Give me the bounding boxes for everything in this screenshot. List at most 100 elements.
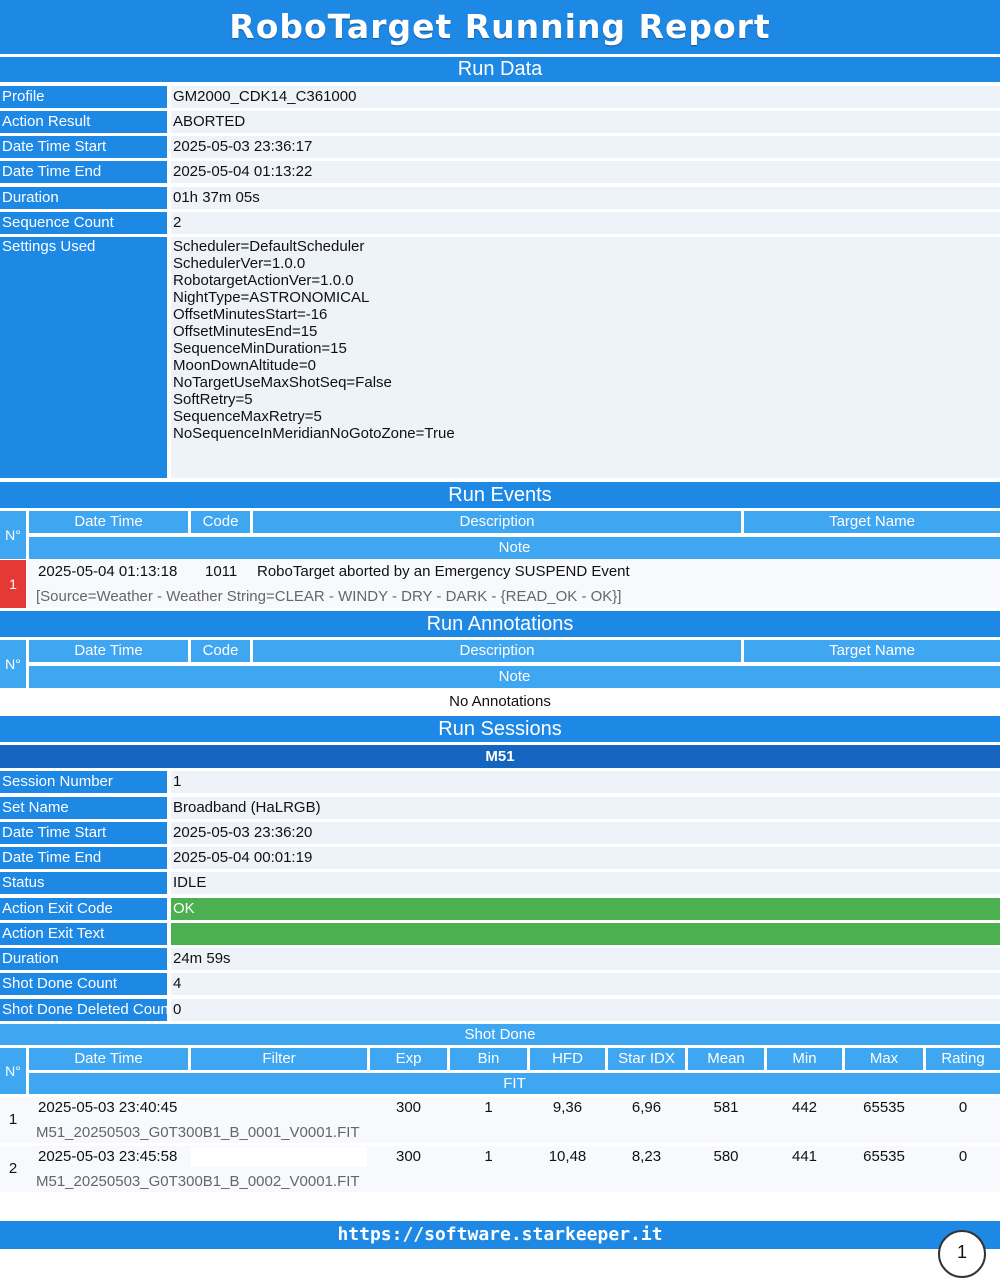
shot-max: 65535 bbox=[863, 1099, 905, 1116]
settings-used-value: Scheduler=DefaultScheduler SchedulerVer=… bbox=[171, 237, 1000, 478]
shot-exp-header: Exp bbox=[370, 1048, 447, 1070]
shot-done-heading: Shot Done bbox=[0, 1024, 1000, 1045]
footer-url[interactable]: https://software.starkeeper.it bbox=[0, 1221, 1000, 1249]
shot-filter bbox=[191, 1098, 367, 1118]
run-events-heading: Run Events bbox=[0, 482, 1000, 508]
shot-exp: 300 bbox=[395, 1148, 422, 1165]
run-sessions-heading: Run Sessions bbox=[0, 716, 1000, 742]
shot-n-header: N° bbox=[0, 1048, 26, 1094]
profile-value: GM2000_CDK14_C361000 bbox=[171, 86, 1000, 108]
shot-date-time-header: Date Time bbox=[29, 1048, 188, 1070]
events-date-time-header: Date Time bbox=[29, 511, 188, 533]
shot-filter-header: Filter bbox=[191, 1048, 367, 1070]
profile-label: Profile bbox=[0, 86, 167, 108]
shot-rating-header: Rating bbox=[926, 1048, 1000, 1070]
shot-done-count-value: 4 bbox=[171, 973, 1000, 995]
action-result-value: ABORTED bbox=[171, 111, 1000, 133]
event-number-badge: 1 bbox=[0, 560, 26, 608]
shot-mean: 580 bbox=[713, 1148, 739, 1165]
setting-line: SoftRetry=5 bbox=[173, 391, 253, 408]
shot-max: 65535 bbox=[863, 1148, 905, 1165]
session-start-label: Date Time Start bbox=[0, 822, 167, 844]
session-number-label: Session Number bbox=[0, 771, 167, 793]
shot-rating: 0 bbox=[958, 1148, 968, 1165]
shot-exp: 300 bbox=[395, 1099, 422, 1116]
run-data-heading: Run Data bbox=[0, 57, 1000, 82]
shot-number: 1 bbox=[8, 1111, 18, 1128]
session-duration-value: 24m 59s bbox=[171, 948, 1000, 970]
annotations-n-header: N° bbox=[0, 640, 26, 688]
events-n-header: N° bbox=[0, 511, 26, 559]
duration-value: 01h 37m 05s bbox=[171, 187, 1000, 209]
shot-star-idx: 6,96 bbox=[631, 1099, 662, 1116]
run-annotations-heading: Run Annotations bbox=[0, 611, 1000, 637]
date-time-end-label: Date Time End bbox=[0, 161, 167, 183]
event-date-time: 2025-05-04 01:13:18 bbox=[38, 563, 178, 580]
session-end-value: 2025-05-04 00:01:19 bbox=[171, 847, 1000, 869]
shot-rating: 0 bbox=[958, 1099, 968, 1116]
report-title: RoboTarget Running Report bbox=[0, 0, 1000, 54]
session-end-label: Date Time End bbox=[0, 847, 167, 869]
setting-line: RobotargetActionVer=1.0.0 bbox=[173, 272, 354, 289]
events-code-header: Code bbox=[191, 511, 250, 533]
action-exit-text-value bbox=[171, 923, 1000, 945]
events-description-header: Description bbox=[253, 511, 741, 533]
date-time-end-value: 2025-05-04 01:13:22 bbox=[171, 161, 1000, 183]
event-note: [Source=Weather - Weather String=CLEAR -… bbox=[36, 588, 622, 605]
session-start-value: 2025-05-03 23:36:20 bbox=[171, 822, 1000, 844]
annotations-note-header: Note bbox=[29, 666, 1000, 688]
status-label: Status bbox=[0, 872, 167, 894]
shot-hfd: 9,36 bbox=[552, 1099, 583, 1116]
sequence-count-label: Sequence Count bbox=[0, 212, 167, 234]
shot-bin: 1 bbox=[484, 1148, 493, 1165]
events-target-name-header: Target Name bbox=[744, 511, 1000, 533]
annotations-date-time-header: Date Time bbox=[29, 640, 188, 662]
shot-star-idx-header: Star IDX bbox=[608, 1048, 685, 1070]
action-exit-text-label: Action Exit Text bbox=[0, 923, 167, 945]
sequence-count-value: 2 bbox=[171, 212, 1000, 234]
setting-line: MoonDownAltitude=0 bbox=[173, 357, 317, 374]
shot-min: 442 bbox=[791, 1099, 818, 1116]
shot-min-header: Min bbox=[767, 1048, 842, 1070]
shot-min: 441 bbox=[791, 1148, 818, 1165]
page-number: 1 bbox=[938, 1230, 986, 1278]
duration-label: Duration bbox=[0, 187, 167, 209]
action-result-label: Action Result bbox=[0, 111, 167, 133]
shot-max-header: Max bbox=[845, 1048, 923, 1070]
setting-line: OffsetMinutesEnd=15 bbox=[173, 323, 318, 340]
shot-fit-file: M51_20250503_G0T300B1_B_0002_V0001.FIT bbox=[36, 1173, 360, 1190]
shot-bin-header: Bin bbox=[450, 1048, 527, 1070]
session-number-value: 1 bbox=[171, 771, 1000, 793]
shot-date-time: 2025-05-03 23:45:58 bbox=[38, 1148, 178, 1165]
annotations-description-header: Description bbox=[253, 640, 741, 662]
shot-hfd-header: HFD bbox=[530, 1048, 605, 1070]
action-exit-code-label: Action Exit Code bbox=[0, 898, 167, 920]
shot-done-count-label: Shot Done Count bbox=[0, 973, 167, 995]
event-description: RoboTarget aborted by an Emergency SUSPE… bbox=[257, 563, 630, 580]
setting-line: NoTargetUseMaxShotSeq=False bbox=[173, 374, 392, 391]
shot-date-time: 2025-05-03 23:40:45 bbox=[38, 1099, 178, 1116]
shot-done-deleted-count-label: Shot Done Deleted Count bbox=[0, 999, 167, 1021]
setting-line: OffsetMinutesStart=-16 bbox=[173, 306, 328, 323]
session-target-heading: M51 bbox=[0, 745, 1000, 768]
events-note-header: Note bbox=[29, 537, 1000, 559]
shot-mean: 581 bbox=[713, 1099, 739, 1116]
setting-line: SequenceMaxRetry=5 bbox=[173, 408, 322, 425]
shot-hfd: 10,48 bbox=[548, 1148, 587, 1165]
shot-bin: 1 bbox=[484, 1099, 493, 1116]
date-time-start-label: Date Time Start bbox=[0, 136, 167, 158]
setting-line: NightType=ASTRONOMICAL bbox=[173, 289, 370, 306]
annotations-target-name-header: Target Name bbox=[744, 640, 1000, 662]
action-exit-code-value: OK bbox=[171, 898, 1000, 920]
shot-filter bbox=[191, 1147, 367, 1167]
set-name-value: Broadband (HaLRGB) bbox=[171, 797, 1000, 819]
setting-line: SchedulerVer=1.0.0 bbox=[173, 255, 306, 272]
event-code: 1011 bbox=[205, 563, 238, 580]
setting-line: NoSequenceInMeridianNoGotoZone=True bbox=[173, 425, 455, 442]
setting-line: SequenceMinDuration=15 bbox=[173, 340, 347, 357]
setting-line: Scheduler=DefaultScheduler bbox=[173, 238, 365, 255]
status-value: IDLE bbox=[171, 872, 1000, 894]
shot-number: 2 bbox=[8, 1160, 18, 1177]
shot-fit-header: FIT bbox=[29, 1073, 1000, 1094]
settings-used-label: Settings Used bbox=[0, 237, 167, 478]
